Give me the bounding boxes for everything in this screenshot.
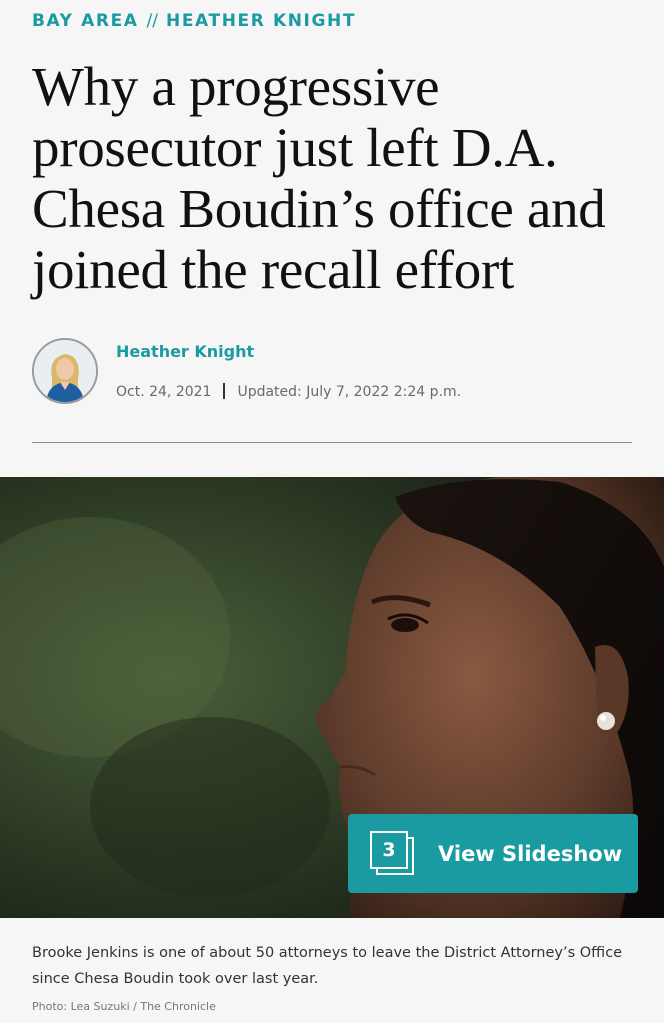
byline: Heather Knight Oct. 24, 2021 Updated: Jul… (32, 338, 632, 408)
author-avatar[interactable] (32, 338, 98, 404)
author-name-link[interactable]: Heather Knight (116, 342, 254, 361)
date-divider (223, 383, 226, 399)
photo-credit: Photo: Lea Suzuki / The Chronicle (32, 1000, 216, 1013)
article-dates: Oct. 24, 2021 Updated: July 7, 2022 2:24 … (116, 383, 461, 400)
updated-date: Updated: July 7, 2022 2:24 p.m. (237, 384, 462, 400)
section-link-bay-area[interactable]: BAY AREA (32, 11, 139, 31)
article-headline: Why a progressive prosecutor just left D… (32, 56, 606, 300)
section-separator: // (146, 11, 159, 31)
view-slideshow-button[interactable]: 3 View Slideshow (348, 814, 638, 893)
section-header: BAY AREA // HEATHER KNIGHT (32, 8, 356, 34)
byline-divider (32, 442, 632, 443)
published-date: Oct. 24, 2021 (116, 384, 212, 400)
slideshow-count: 3 (370, 830, 408, 869)
slideshow-label: View Slideshow (438, 841, 623, 866)
stacked-photos-icon: 3 (370, 830, 416, 877)
photo-caption: Brooke Jenkins is one of about 50 attorn… (32, 945, 623, 987)
section-link-column[interactable]: HEATHER KNIGHT (166, 11, 356, 31)
